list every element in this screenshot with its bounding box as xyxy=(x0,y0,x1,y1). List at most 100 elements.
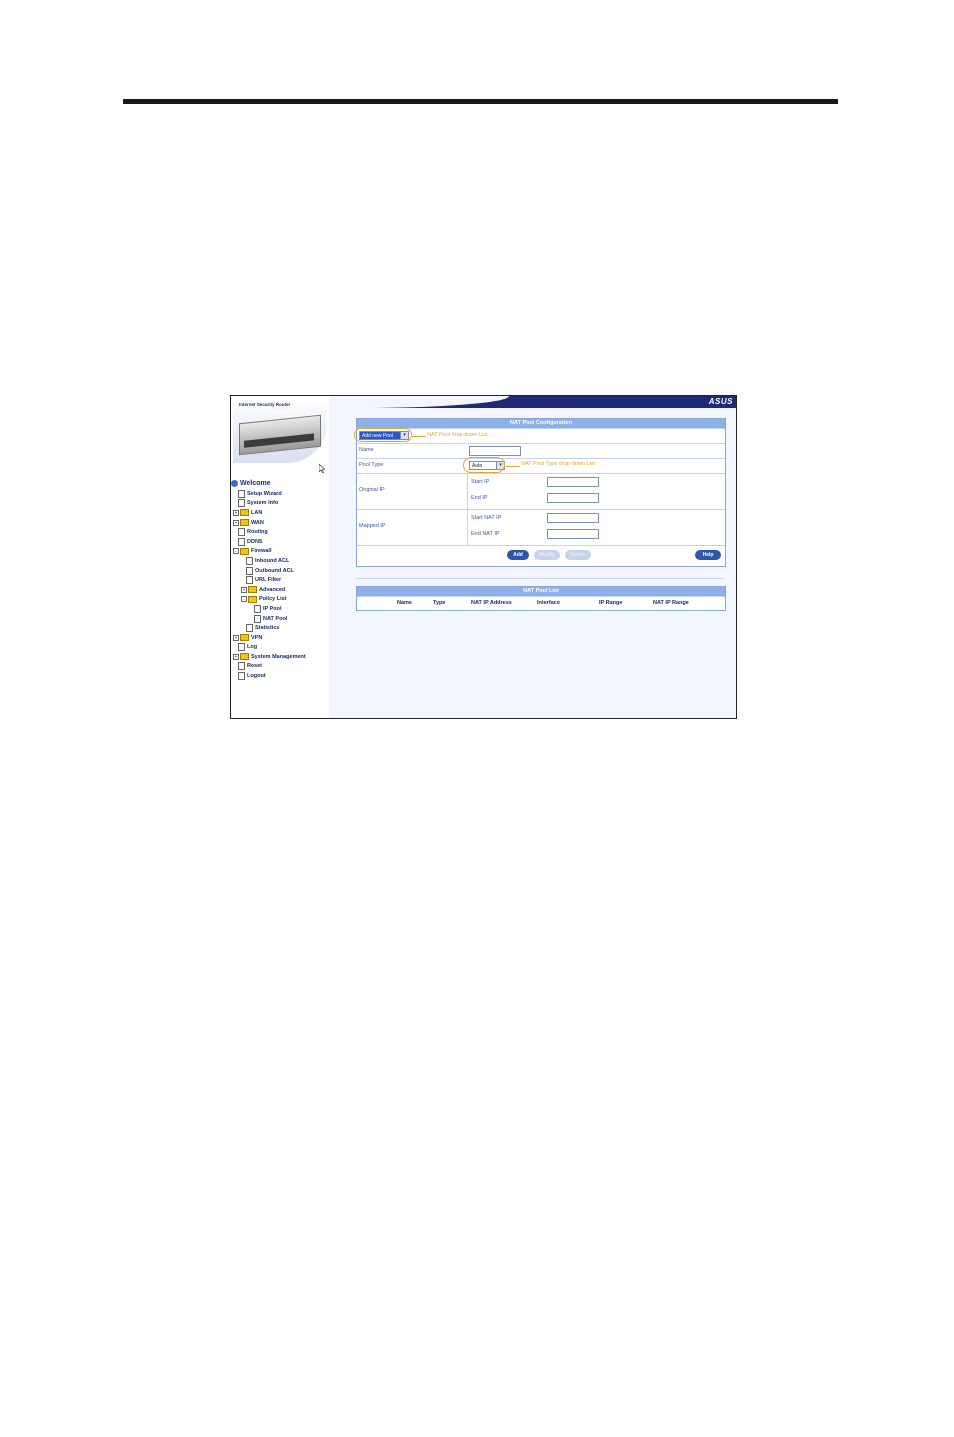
end-nat-ip-input[interactable] xyxy=(547,529,599,539)
tree-item-label: WAN xyxy=(251,519,264,526)
tree-item-label: Policy List xyxy=(259,596,287,603)
collapse-icon[interactable]: - xyxy=(241,596,247,603)
config-panel-title: NAT Pool Configuration xyxy=(357,419,725,428)
name-row: Name xyxy=(357,443,725,458)
section-divider xyxy=(356,578,724,579)
expand-icon[interactable]: + xyxy=(241,586,247,593)
tree-item-vpn[interactable]: + VPN xyxy=(231,633,329,643)
tree-item-firewall[interactable]: - Firewall xyxy=(231,547,329,557)
folder-icon xyxy=(240,547,249,555)
tree-item-label: VPN xyxy=(251,634,263,641)
tree-item-advanced[interactable]: + Advanced xyxy=(231,585,329,595)
list-panel-title: NAT Pool List xyxy=(357,587,725,596)
tree-connector-icon xyxy=(249,617,253,621)
end-ip-input[interactable] xyxy=(547,493,599,503)
help-button[interactable]: Help xyxy=(695,550,721,560)
original-ip-label: Original IP xyxy=(359,487,385,493)
document-icon xyxy=(238,643,245,652)
folder-icon xyxy=(240,509,249,517)
tree-item-wan[interactable]: + WAN xyxy=(231,518,329,528)
document-icon xyxy=(238,499,245,508)
expand-icon[interactable]: + xyxy=(233,509,239,516)
folder-icon xyxy=(240,653,249,661)
tree-connector-icon xyxy=(233,645,237,649)
start-ip-label: Start IP xyxy=(471,479,490,485)
tree-item-label: Firewall xyxy=(251,548,272,555)
nat-pool-config-panel: NAT Pool Configuration Add new Pool ▾ NA… xyxy=(354,418,726,567)
tree-root-welcome[interactable]: Welcome xyxy=(231,478,329,489)
document-icon xyxy=(246,576,253,585)
tree-connector-icon xyxy=(241,559,245,563)
column-header-name: Name xyxy=(397,600,412,606)
document-icon xyxy=(238,489,245,498)
column-header-type: Type xyxy=(433,600,446,606)
tree-item-log[interactable]: Log xyxy=(231,643,329,653)
name-input[interactable] xyxy=(469,446,521,456)
tree-item-label: URL Filter xyxy=(255,577,282,584)
tree-item-label: System Management xyxy=(251,653,306,660)
tree-item-inbound-acl[interactable]: Inbound ACL xyxy=(231,556,329,566)
tree-item-setup-wizard[interactable]: Setup Wizard xyxy=(231,489,329,499)
highlight-ring xyxy=(354,428,412,442)
tree-item-nat-pool[interactable]: NAT Pool xyxy=(231,614,329,624)
mapped-ip-row: Mapped IP Start NAT IP End NAT IP xyxy=(357,509,725,545)
tree-item-ip-pool[interactable]: IP Pool xyxy=(231,604,329,614)
delete-button[interactable]: Delete xyxy=(565,550,591,560)
tree-item-label: DDNS xyxy=(247,538,263,545)
tree-item-system-info[interactable]: System Info xyxy=(231,499,329,509)
tree-connector-icon xyxy=(241,578,245,582)
tree-connector-icon xyxy=(241,569,245,573)
page-header-rule xyxy=(123,99,838,104)
modify-button[interactable]: Modify xyxy=(534,550,560,560)
tree-item-label: Inbound ACL xyxy=(255,557,290,564)
start-nat-ip-input[interactable] xyxy=(547,513,599,523)
asus-logo: ASUS xyxy=(708,397,733,406)
navigation-pane: Internet Security Router Welcome Setup W… xyxy=(231,396,329,718)
document-icon xyxy=(238,672,245,681)
router-admin-screenshot: ASUS Internet Security Router Welcome Se… xyxy=(230,395,737,719)
column-header-ip-range: IP Range xyxy=(599,600,623,606)
document-icon xyxy=(238,662,245,671)
folder-icon xyxy=(240,634,249,642)
tree-item-label: Advanced xyxy=(259,586,286,593)
folder-icon xyxy=(248,586,257,594)
tree-item-policy-list[interactable]: - Policy List xyxy=(231,595,329,605)
end-nat-ip-label: End NAT IP xyxy=(471,531,500,537)
collapse-icon[interactable]: - xyxy=(233,548,239,555)
document-icon xyxy=(246,566,253,575)
tree-item-label: Reset xyxy=(247,663,262,670)
button-row: Add Modify Delete Help xyxy=(357,545,725,566)
tree-item-routing[interactable]: Routing xyxy=(231,527,329,537)
pool-type-label: Pool Type xyxy=(359,462,384,468)
annotation-line xyxy=(412,436,426,437)
tree-item-statistics[interactable]: Statistics xyxy=(231,623,329,633)
tree-item-logout[interactable]: Logout xyxy=(231,671,329,681)
column-header-nat-ip-range: NAT IP Range xyxy=(653,600,689,606)
pool-type-dropdown-note: NAT Pool Type drop-down List xyxy=(521,461,595,467)
tree-connector-icon xyxy=(233,501,237,505)
product-title: Internet Security Router xyxy=(239,402,291,407)
mapped-ip-label: Mapped IP xyxy=(359,523,386,529)
document-icon xyxy=(254,614,261,623)
expand-icon[interactable]: + xyxy=(233,634,239,641)
add-button[interactable]: Add xyxy=(507,550,529,560)
router-device-image xyxy=(239,414,321,456)
tree-item-label: NAT Pool xyxy=(263,615,288,622)
navigation-tree: Welcome Setup Wizard System Info + LAN + WAN R… xyxy=(231,478,329,681)
tree-item-ddns[interactable]: DDNS xyxy=(231,537,329,547)
expand-icon[interactable]: + xyxy=(233,653,239,660)
tree-item-reset[interactable]: Reset xyxy=(231,662,329,672)
tree-item-system-management[interactable]: + System Management xyxy=(231,652,329,662)
tree-item-label: Log xyxy=(247,644,258,651)
list-column-headers: Name Type NAT IP Address Interface IP Ra… xyxy=(357,596,725,610)
document-icon xyxy=(246,624,253,633)
document-icon xyxy=(238,528,245,537)
original-ip-row: Original IP Start IP End IP xyxy=(357,473,725,509)
pool-select-row: Add new Pool ▾ NAT Pool drop-down List xyxy=(354,428,725,443)
start-ip-input[interactable] xyxy=(547,477,599,487)
name-label: Name xyxy=(359,447,374,453)
tree-item-lan[interactable]: + LAN xyxy=(231,508,329,518)
tree-item-url-filter[interactable]: URL Filter xyxy=(231,575,329,585)
tree-item-outbound-acl[interactable]: Outbound ACL xyxy=(231,566,329,576)
expand-icon[interactable]: + xyxy=(233,519,239,526)
